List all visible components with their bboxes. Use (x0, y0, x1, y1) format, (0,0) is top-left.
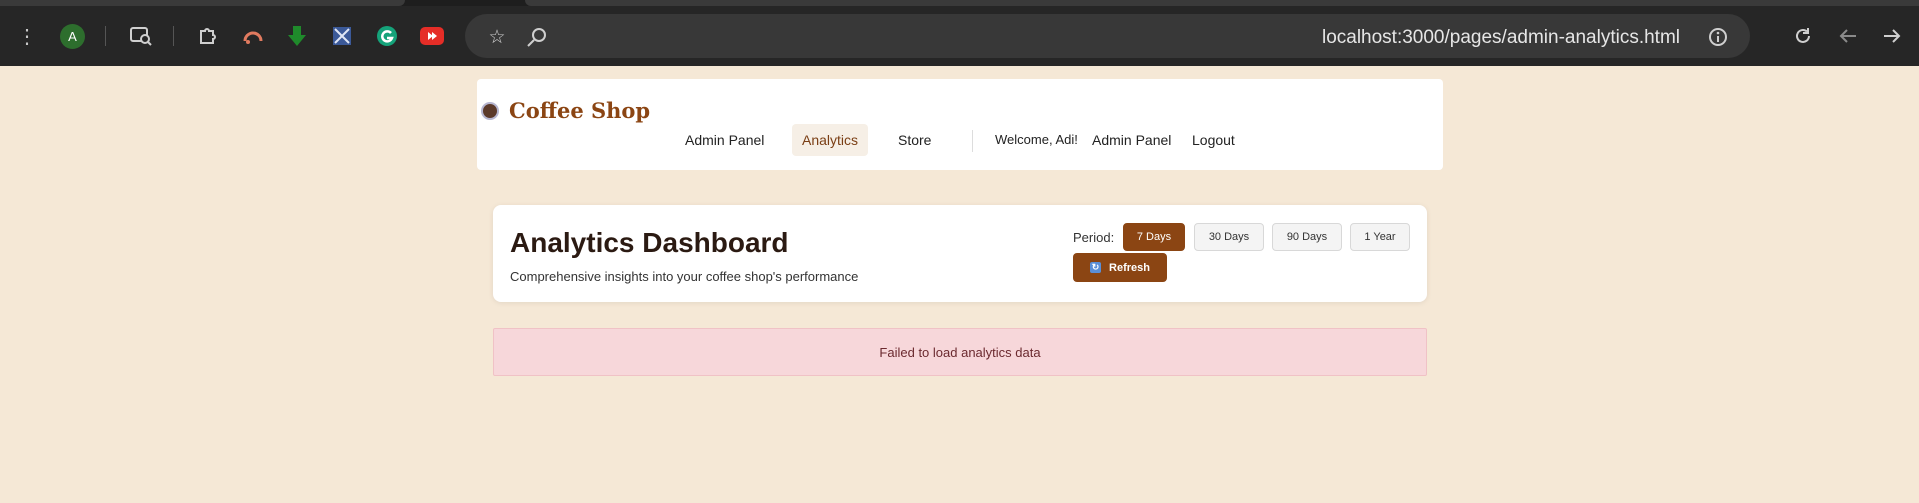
welcome-text: Welcome, Adi! (995, 132, 1078, 147)
nav-analytics[interactable]: Analytics (792, 124, 869, 156)
period-90-days-button[interactable]: 90 Days (1272, 223, 1342, 251)
green-arrow-icon[interactable] (282, 21, 312, 51)
nav-admin-panel[interactable]: Admin Panel (675, 124, 774, 156)
toolbar-separator (105, 26, 106, 46)
refresh-button[interactable]: ↻ Refresh (1073, 253, 1167, 282)
page-subtitle: Comprehensive insights into your coffee … (510, 269, 859, 284)
period-1-year-button[interactable]: 1 Year (1350, 223, 1410, 251)
tab-right[interactable] (525, 0, 1919, 6)
forward-icon[interactable] (1877, 21, 1907, 51)
nav-divider (972, 130, 973, 152)
site-header: Coffee Shop Admin Panel Analytics Store … (477, 79, 1443, 170)
refresh-label: Refresh (1109, 261, 1150, 274)
page-title: Analytics Dashboard (510, 227, 789, 258)
tab-search-icon[interactable] (126, 21, 156, 51)
error-alert: Failed to load analytics data (493, 328, 1427, 376)
address-bar[interactable]: ☆ localhost:3000/pages/admin-analytics.h… (465, 14, 1750, 58)
menu-dots-icon[interactable]: ⋮ (12, 21, 42, 51)
logout-link[interactable]: Logout (1182, 124, 1245, 156)
url-text[interactable]: localhost:3000/pages/admin-analytics.htm… (1322, 27, 1680, 49)
extensions-icon[interactable] (193, 21, 223, 51)
star-icon[interactable]: ☆ (485, 25, 509, 49)
admin-panel-link[interactable]: Admin Panel (1082, 124, 1181, 156)
period-7-days-button[interactable]: 7 Days (1123, 223, 1185, 251)
reload-icon[interactable] (1788, 21, 1818, 51)
error-message: Failed to load analytics data (879, 344, 1041, 360)
refresh-icon: ↻ (1090, 262, 1102, 273)
blue-extension-icon[interactable] (327, 21, 357, 51)
brand-name: Coffee Shop (509, 98, 651, 123)
brand[interactable]: Coffee Shop (481, 98, 650, 123)
period-30-days-button[interactable]: 30 Days (1194, 223, 1264, 251)
dashboard-header: Analytics Dashboard Comprehensive insigh… (493, 205, 1427, 302)
speed-icon[interactable] (238, 21, 268, 51)
tab-left[interactable] (0, 0, 405, 6)
info-icon[interactable] (1706, 25, 1730, 49)
tab-strip (0, 0, 1919, 6)
browser-toolbar: ⋮ A ☆ localhost:3000/pages/admin-analyti… (0, 0, 1919, 66)
toolbar-separator (173, 26, 174, 46)
zoom-icon[interactable] (525, 25, 549, 49)
back-icon[interactable] (1833, 21, 1863, 51)
period-label: Period: (1073, 230, 1115, 245)
youtube-icon[interactable] (417, 21, 447, 51)
coffee-cup-icon (481, 101, 499, 120)
nav-store[interactable]: Store (888, 124, 941, 156)
profile-avatar[interactable]: A (60, 24, 85, 49)
grammarly-icon[interactable] (372, 21, 402, 51)
